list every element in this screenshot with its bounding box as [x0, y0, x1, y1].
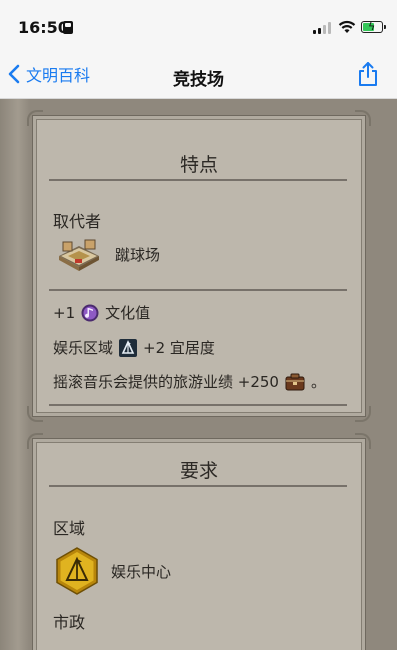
requirements-title: 要求 — [179, 460, 218, 482]
battery-icon: ϟ — [361, 20, 386, 33]
cellular-signal-icon — [313, 22, 333, 34]
page-title: 竞技场 — [173, 70, 224, 90]
requirements-panel: 要求 区域 娱乐中心 市政 — [27, 433, 371, 650]
feature-line-culture: +1 文化值 — [53, 303, 151, 323]
feature-line-amenity: 娱乐区域 +2 宜居度 — [53, 338, 215, 357]
replaces-item-label: 蹴球场 — [115, 245, 161, 264]
features-panel: 特点 取代者 蹴球场 +1 文化值 娱乐区域 +2 宜居度 摇滚音乐会提供的旅游… — [27, 110, 371, 422]
encyclopedia-content[interactable]: 特点 取代者 蹴球场 +1 文化值 娱乐区域 +2 宜居度 摇滚音乐会提供的旅游… — [0, 99, 397, 650]
status-bar: 16:50 ϟ — [0, 0, 397, 52]
divider — [49, 485, 347, 487]
entertainment-district-icon — [119, 338, 138, 357]
wifi-icon — [338, 20, 356, 33]
feature-line-tourism: 摇滚音乐会提供的旅游业绩 +250 。 — [53, 373, 326, 391]
replaces-heading: 取代者 — [53, 212, 102, 231]
district-item[interactable]: 娱乐中心 — [55, 547, 171, 595]
navigation-bar: 文明百科 竞技场 — [0, 52, 397, 99]
sim-card-icon — [63, 21, 73, 34]
status-time: 16:50 — [18, 18, 69, 37]
stadium-icon — [59, 239, 99, 271]
features-title: 特点 — [179, 154, 218, 176]
divider — [49, 289, 347, 291]
replaces-item[interactable]: 蹴球场 — [55, 234, 160, 274]
divider — [49, 404, 347, 406]
district-heading: 区域 — [53, 519, 86, 538]
culture-icon — [81, 304, 99, 321]
share-icon[interactable] — [357, 61, 379, 87]
civic-heading: 市政 — [53, 613, 86, 632]
tourism-icon — [285, 373, 305, 390]
district-item-label: 娱乐中心 — [111, 562, 172, 581]
divider — [49, 179, 347, 181]
entertainment-complex-icon — [56, 547, 98, 595]
